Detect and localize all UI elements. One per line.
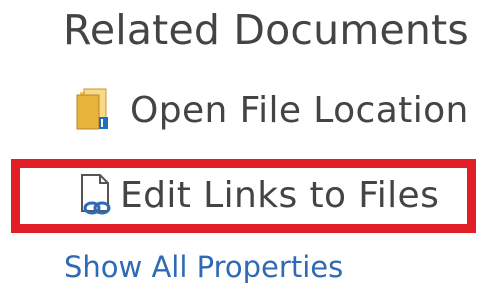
highlight-box <box>11 159 476 233</box>
open-file-location-label: Open File Location <box>130 89 469 131</box>
show-all-properties-link[interactable]: Show All Properties <box>64 250 343 284</box>
related-documents-heading: Related Documents <box>63 6 469 54</box>
folder-icon <box>74 87 118 133</box>
open-file-location-button[interactable]: Open File Location <box>74 87 469 133</box>
